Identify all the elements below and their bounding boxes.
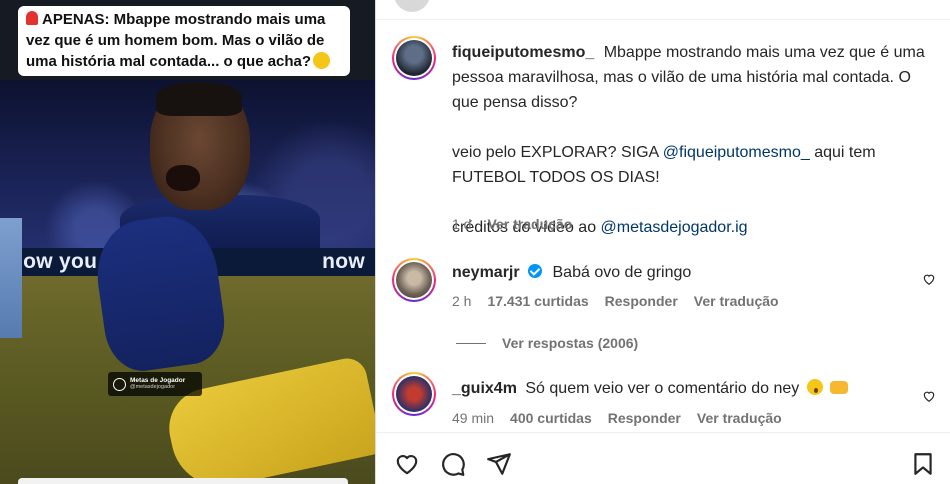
post-header-strip (376, 0, 950, 20)
referee-figure (0, 218, 22, 338)
post-caption: fiqueiputomesmo_ Mbappe mostrando mais u… (452, 40, 932, 240)
thinking-emoji-icon (313, 52, 331, 69)
view-replies-label: Ver respostas (2006) (502, 335, 639, 351)
screaming-face-emoji-icon (806, 379, 823, 395)
comment-time[interactable]: 49 min (452, 410, 494, 426)
credits-mention-link[interactable]: @metasdejogador.ig (601, 219, 748, 236)
author-avatar[interactable] (392, 36, 436, 80)
watermark-handle: @metasdejogador (130, 383, 176, 390)
siren-emoji-icon (26, 11, 38, 25)
caption-translate-link[interactable]: Ver tradução (487, 216, 572, 232)
media-bottom-card (18, 478, 348, 484)
comment-text: Babá ovo de gringo (552, 264, 692, 281)
watermark-logo-icon (113, 377, 126, 391)
comment-item: neymarjr Babá ovo de gringo (452, 262, 691, 284)
comment-reply-button[interactable]: Responder (605, 293, 678, 309)
comment-meta: 49 min 400 curtidas Responder Ver traduç… (452, 410, 782, 426)
comment-translate-link[interactable]: Ver tradução (694, 293, 779, 309)
comment-reply-button[interactable]: Responder (608, 410, 681, 426)
comment-text: Só quem veio ver o comentário do ney (525, 380, 800, 397)
video-watermark: Metas de Jogador @metasdejogador (108, 372, 202, 396)
author-username[interactable]: fiqueiputomesmo_ (452, 44, 594, 61)
comment-username[interactable]: neymarjr (452, 264, 520, 281)
pointing-hand-emoji-icon (830, 381, 849, 394)
paper-plane-icon[interactable] (486, 451, 512, 477)
cta-mention-link[interactable]: @fiqueiputomesmo_ (663, 144, 810, 161)
header-avatar[interactable] (394, 0, 430, 12)
replies-divider-line (456, 342, 486, 344)
post-action-bar (376, 432, 950, 484)
comment-like-heart-icon[interactable] (922, 272, 936, 286)
comment-time[interactable]: 2 h (452, 293, 471, 309)
commenter-avatar[interactable] (392, 372, 436, 416)
cta-text-prefix: veio pelo EXPLORAR? SIGA (452, 144, 659, 161)
banner-text-right: now (322, 250, 365, 273)
commenter-avatar[interactable] (392, 258, 436, 302)
comment-likes-count[interactable]: 17.431 curtidas (487, 293, 588, 309)
post-comments-panel: fiqueiputomesmo_ Mbappe mostrando mais u… (376, 20, 950, 432)
player-hair (156, 82, 242, 116)
comment-likes-count[interactable]: 400 curtidas (510, 410, 592, 426)
player-mouth (166, 165, 200, 191)
media-caption-overlay: APENAS: Mbappe mostrando mais uma vez qu… (18, 6, 350, 76)
post-time[interactable]: 1 d (452, 216, 471, 232)
comment-meta: 2 h 17.431 curtidas Responder Ver traduç… (452, 293, 779, 309)
comment-like-heart-icon[interactable] (922, 389, 936, 403)
bookmark-icon[interactable] (910, 451, 936, 477)
heart-outline-icon[interactable] (394, 451, 420, 477)
comment-bubble-icon[interactable] (440, 451, 466, 477)
comment-username[interactable]: _guix4m (452, 380, 517, 397)
view-replies-button[interactable]: Ver respostas (2006) (456, 335, 638, 351)
post-media-video[interactable]: now you c now Metas de Jogador @metasdej… (0, 0, 375, 484)
comment-translate-link[interactable]: Ver tradução (697, 410, 782, 426)
caption-meta: 1 d Ver tradução (452, 216, 572, 232)
media-caption-text: APENAS: Mbappe mostrando mais uma vez qu… (26, 11, 326, 70)
comment-item: _guix4m Só quem veio ver o comentário do… (452, 378, 849, 400)
verified-badge-icon (528, 264, 543, 278)
